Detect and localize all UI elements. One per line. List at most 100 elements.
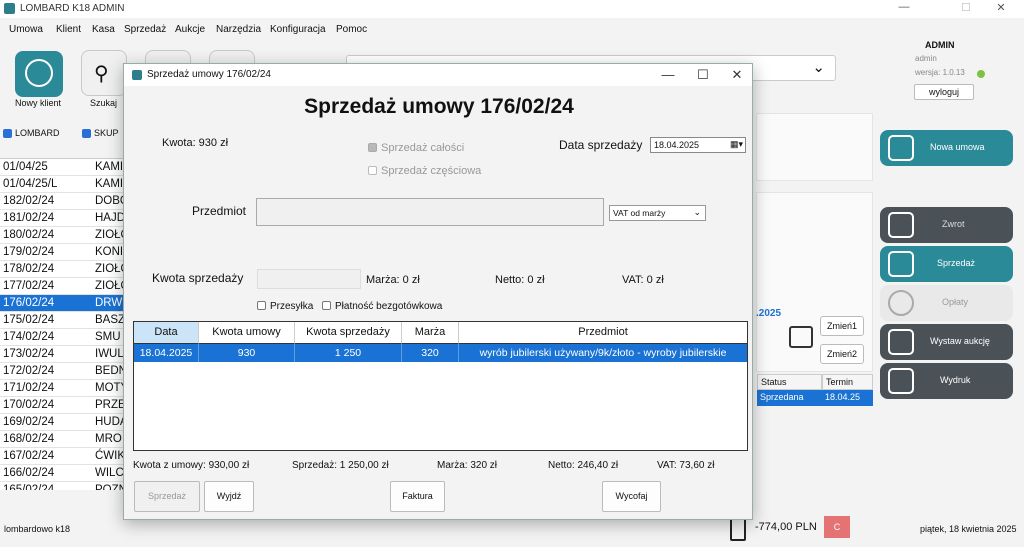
list-item[interactable]: 168/02/24 MRO [0, 431, 124, 448]
contract-number: 166/02/24 [3, 467, 55, 479]
list-item[interactable]: 177/02/24 ZIOŁO [0, 278, 124, 295]
list-item[interactable]: 171/02/24 MOTY [0, 380, 124, 397]
dialog-minimize-icon[interactable]: — [654, 67, 682, 82]
list-item[interactable]: 182/02/24 DOBO [0, 193, 124, 210]
list-item[interactable]: 165/02/24 POZN [0, 482, 124, 490]
list-item[interactable]: 180/02/24 ZIOŁO [0, 227, 124, 244]
change1-button[interactable]: Zmień1 [820, 316, 864, 336]
term-cell[interactable]: 18.04.25 [822, 390, 873, 406]
exit-button[interactable]: Wyjdź [204, 481, 254, 512]
search-icon: ⚲ [94, 63, 109, 85]
online-status-icon [977, 70, 985, 78]
status-cell[interactable]: Sprzedana [757, 390, 822, 406]
status-left: lombardowo k18 [4, 524, 71, 534]
item-field[interactable] [256, 198, 604, 226]
list-item[interactable]: 176/02/24 DRW [0, 295, 124, 312]
checkbox-checked-icon [368, 143, 377, 152]
client-name: KAMI [95, 178, 124, 190]
contract-number: 178/02/24 [3, 263, 55, 275]
contract-number: 167/02/24 [3, 450, 55, 462]
grid-header-contract-amount[interactable]: Kwota umowy [199, 322, 295, 344]
list-item[interactable]: 175/02/24 BASZ [0, 312, 124, 329]
dialog-close-icon[interactable]: ✕ [723, 67, 751, 83]
search-button[interactable]: ⚲ [81, 50, 127, 96]
print-button[interactable]: Wydruk [880, 363, 1013, 399]
contract-list[interactable]: 01/04/25KAMI01/04/25/LKAMI182/02/24DOBO1… [0, 158, 124, 490]
app-title: LOMBARD K18 ADMIN [20, 3, 125, 14]
contract-number: 171/02/24 [3, 382, 55, 394]
vat-select-value: VAT od marży [613, 208, 666, 218]
menu-narzedzia[interactable]: Narzędzia [216, 24, 261, 35]
list-item[interactable]: 181/02/24 HAJD [0, 210, 124, 227]
cash-button[interactable]: C [824, 516, 850, 538]
list-item[interactable]: 01/04/25 KAMI [0, 159, 124, 176]
filter-lombard[interactable]: LOMBARD [3, 128, 60, 139]
sale-date-label: Data sprzedaży [559, 138, 643, 152]
minimize-icon[interactable]: — [890, 1, 918, 13]
client-name: KAMI [95, 161, 124, 173]
list-item[interactable]: 166/02/24 WILC [0, 465, 124, 482]
status-header: Status [757, 374, 822, 390]
contract-number: 177/02/24 [3, 280, 55, 292]
app-version: wersja: 1.0.13 [915, 68, 965, 77]
list-item[interactable]: 174/02/24 SMU [0, 329, 124, 346]
contract-number: 172/02/24 [3, 365, 55, 377]
list-item[interactable]: 178/02/24 ZIOŁO [0, 261, 124, 278]
list-item[interactable]: 170/02/24 PRZE [0, 397, 124, 414]
grid-header-item[interactable]: Przedmiot [459, 322, 747, 344]
sale-amount-input[interactable] [257, 269, 361, 289]
menu-konfiguracja[interactable]: Konfiguracja [270, 24, 326, 35]
invoice-button[interactable]: Faktura [390, 481, 445, 512]
list-item[interactable]: 169/02/24 HUDA [0, 414, 124, 431]
maximize-icon[interactable]: ☐ [952, 1, 980, 14]
sell-button[interactable]: Sprzedaż [134, 481, 200, 512]
sale-dialog: Sprzedaż umowy 176/02/24 — ☐ ✕ Sprzedaż … [123, 63, 753, 520]
contract-number: 168/02/24 [3, 433, 55, 445]
menu-pomoc[interactable]: Pomoc [336, 24, 367, 35]
client-name: PRZE [95, 399, 124, 411]
list-item[interactable]: 01/04/25/L KAMI [0, 176, 124, 193]
fees-button[interactable]: Opłaty [880, 285, 1013, 321]
shipping-checkbox[interactable]: Przesyłka [257, 301, 313, 312]
bg-panel-1 [756, 113, 873, 181]
grid-header-margin[interactable]: Marża [402, 322, 459, 344]
checkbox-icon [257, 301, 266, 310]
client-name: SMU [95, 331, 121, 343]
list-item[interactable]: 173/02/24 IWUL [0, 346, 124, 363]
sale-partial-checkbox[interactable]: Sprzedaż częściowa [368, 165, 481, 177]
logout-button[interactable]: wyloguj [914, 84, 974, 100]
change2-button[interactable]: Zmień2 [820, 344, 864, 364]
close-icon[interactable]: ✕ [987, 1, 1015, 14]
filter-skup[interactable]: SKUP [82, 128, 119, 139]
dialog-maximize-icon[interactable]: ☐ [689, 67, 717, 83]
new-contract-button[interactable]: Nowa umowa [880, 130, 1013, 166]
undo-button[interactable]: Wycofaj [602, 481, 661, 512]
menu-klient[interactable]: Klient [56, 24, 81, 35]
grid-header-sale-amount[interactable]: Kwota sprzedaży [295, 322, 402, 344]
auction-button[interactable]: Wystaw aukcję [880, 324, 1013, 360]
cashless-checkbox[interactable]: Płatność bezgotówkowa [322, 301, 442, 312]
vat-select[interactable]: VAT od marży ⌄ [609, 205, 706, 221]
calendar-icon[interactable] [789, 326, 813, 348]
sale-date-picker[interactable]: 18.04.2025 ▦▾ [650, 137, 746, 153]
new-client-button[interactable] [15, 51, 63, 97]
list-item[interactable]: 172/02/24 BEDN [0, 363, 124, 380]
sale-button[interactable]: Sprzedaż [880, 246, 1013, 282]
table-row[interactable]: 18.04.2025 930 1 250 320 wyrób jubilersk… [134, 344, 747, 362]
grid-header-date[interactable]: Data [134, 322, 199, 344]
menu-umowa[interactable]: Umowa [9, 24, 43, 35]
client-name: ZIOŁO [95, 229, 124, 241]
return-button[interactable]: Zwrot [880, 207, 1013, 243]
menu-aukcje[interactable]: Aukcje [175, 24, 205, 35]
net-value: Netto: 0 zł [495, 274, 545, 286]
list-item[interactable]: 167/02/24 ĆWIK [0, 448, 124, 465]
menu-sprzedaz[interactable]: Sprzedaż [124, 24, 166, 35]
sale-whole-checkbox[interactable]: Sprzedaż całości [368, 142, 464, 154]
list-item[interactable]: 179/02/24 KONI [0, 244, 124, 261]
sale-grid[interactable]: Data Kwota umowy Kwota sprzedaży Marża P… [133, 321, 748, 451]
client-name: KONI [95, 246, 124, 258]
menu-kasa[interactable]: Kasa [92, 24, 115, 35]
return-label: Zwrot [942, 219, 965, 229]
cash-balance: -774,00 PLN [755, 521, 817, 533]
contract-number: 180/02/24 [3, 229, 55, 241]
